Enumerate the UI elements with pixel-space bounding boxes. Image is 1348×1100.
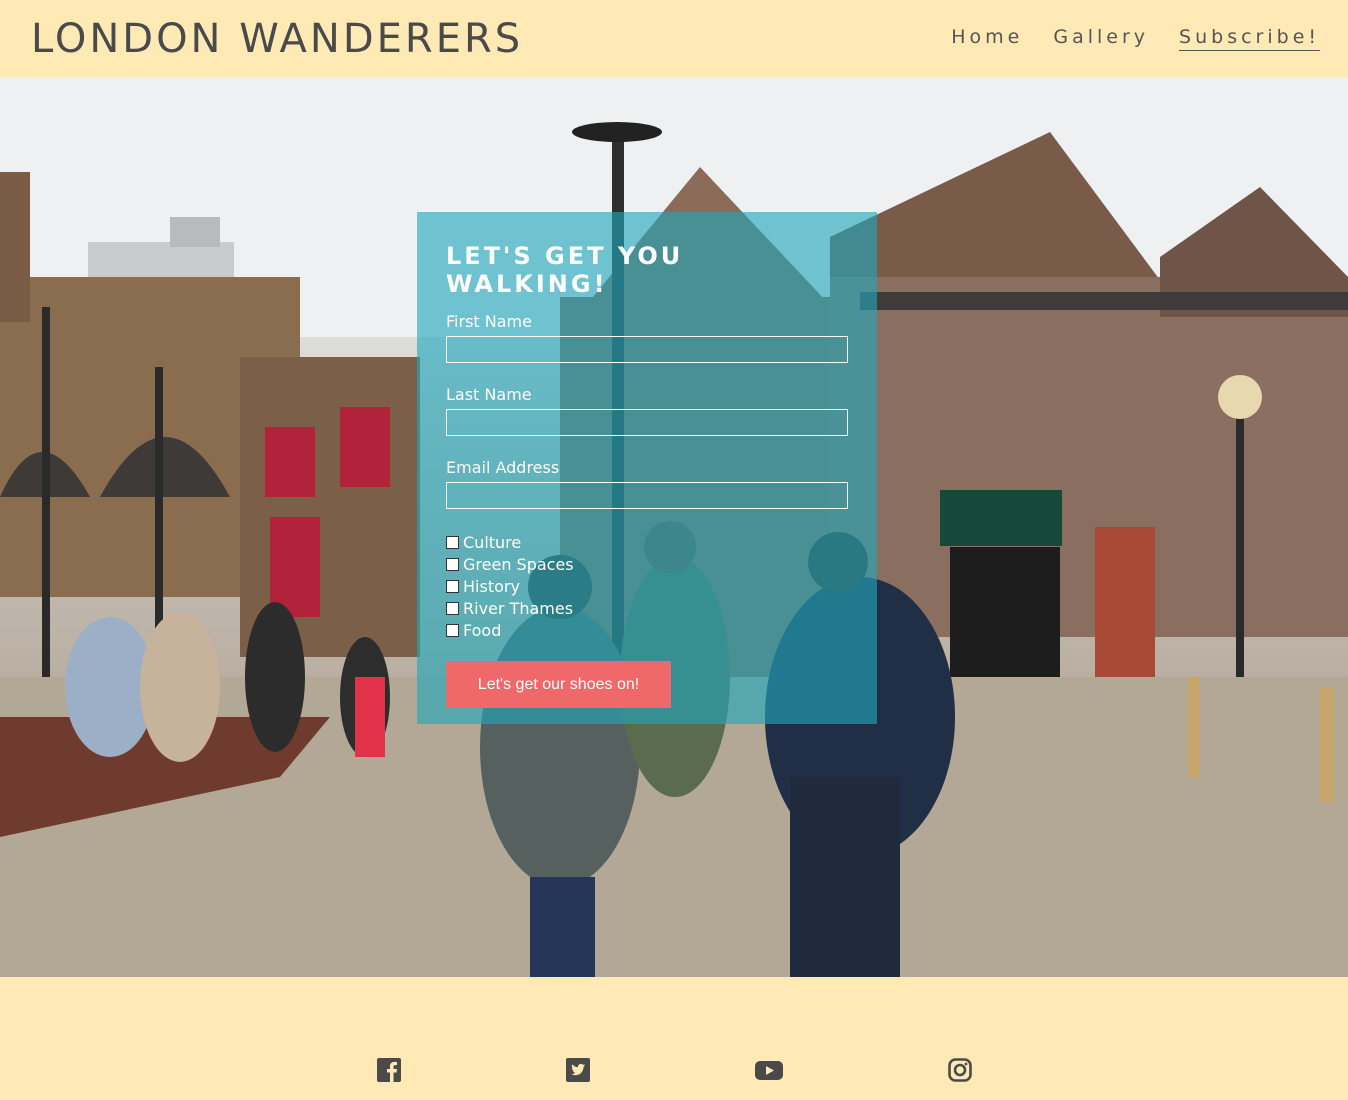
- green-spaces-label: Green Spaces: [463, 554, 574, 574]
- main-nav: Home Gallery Subscribe!: [951, 26, 1320, 51]
- history-label: History: [463, 576, 520, 596]
- submit-button[interactable]: Let's get our shoes on!: [446, 661, 671, 708]
- green-spaces-checkbox[interactable]: [446, 557, 459, 571]
- site-footer: [0, 977, 1348, 1100]
- site-logo[interactable]: LONDON WANDERERS: [31, 19, 523, 59]
- youtube-icon[interactable]: [755, 1058, 783, 1084]
- site-header: LONDON WANDERERS Home Gallery Subscribe!: [0, 0, 1348, 77]
- interests-checklist: Culture Green Spaces History River Thame…: [446, 531, 848, 641]
- river-thames-checkbox[interactable]: [446, 601, 459, 615]
- food-label: Food: [463, 620, 502, 640]
- nav-gallery-link[interactable]: Gallery: [1053, 26, 1149, 51]
- nav-home-link[interactable]: Home: [951, 26, 1023, 51]
- interest-food[interactable]: Food: [446, 619, 848, 641]
- interest-history[interactable]: History: [446, 575, 848, 597]
- interest-river-thames[interactable]: River Thames: [446, 597, 848, 619]
- first-name-field[interactable]: [446, 336, 848, 363]
- form-title: Let's get you walking!: [446, 242, 684, 298]
- last-name-field[interactable]: [446, 409, 848, 436]
- food-checkbox[interactable]: [446, 623, 459, 637]
- first-name-label: First Name: [446, 312, 532, 331]
- facebook-icon[interactable]: [377, 1058, 403, 1084]
- nav-subscribe-link[interactable]: Subscribe!: [1179, 26, 1320, 51]
- instagram-icon[interactable]: [948, 1058, 974, 1084]
- interest-green-spaces[interactable]: Green Spaces: [446, 553, 848, 575]
- email-field[interactable]: [446, 482, 848, 509]
- email-label: Email Address: [446, 458, 560, 477]
- history-checkbox[interactable]: [446, 579, 459, 593]
- subscribe-form: Let's get you walking! First Name Last N…: [417, 212, 877, 724]
- last-name-label: Last Name: [446, 385, 532, 404]
- river-thames-label: River Thames: [463, 598, 574, 618]
- culture-label: Culture: [463, 532, 522, 552]
- culture-checkbox[interactable]: [446, 535, 459, 549]
- twitter-icon[interactable]: [566, 1058, 592, 1084]
- interest-culture[interactable]: Culture: [446, 531, 848, 553]
- hero-background-image: Let's get you walking! First Name Last N…: [0, 77, 1348, 977]
